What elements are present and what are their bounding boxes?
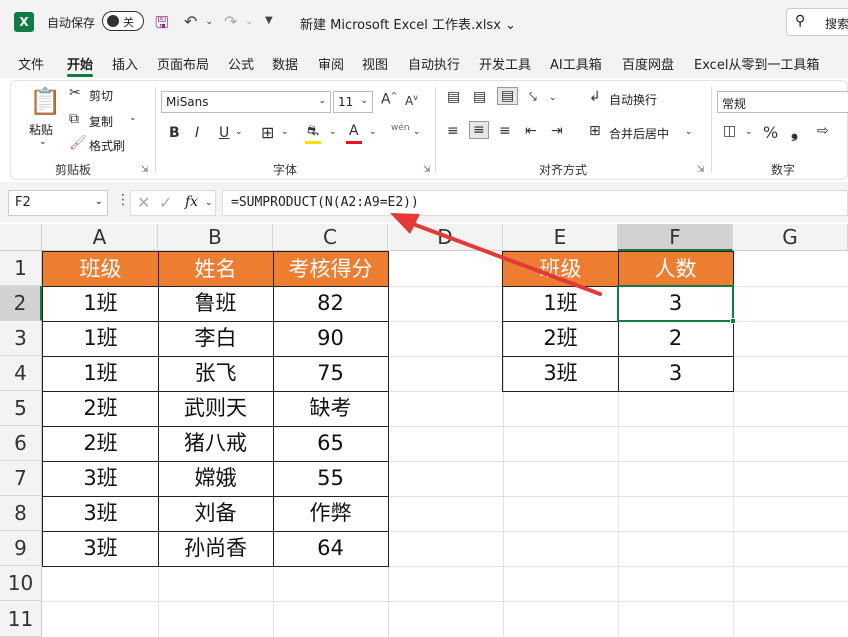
annotation-arrow-icon <box>390 213 602 296</box>
